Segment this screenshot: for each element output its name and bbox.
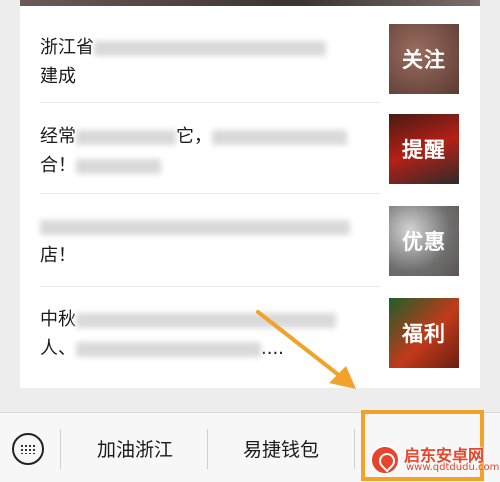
separator — [354, 429, 355, 469]
annotation-arrow — [256, 310, 356, 389]
separator — [60, 429, 61, 469]
watermark-url: www.qdtdudu.com — [406, 462, 500, 473]
menu-item-jiayou-zhejiang[interactable]: 加油浙江 — [62, 435, 208, 462]
watermark-logo-icon — [370, 445, 400, 475]
menu-item-yijie-wallet[interactable]: 易捷钱包 — [208, 435, 354, 462]
keyboard-icon[interactable] — [12, 433, 44, 465]
